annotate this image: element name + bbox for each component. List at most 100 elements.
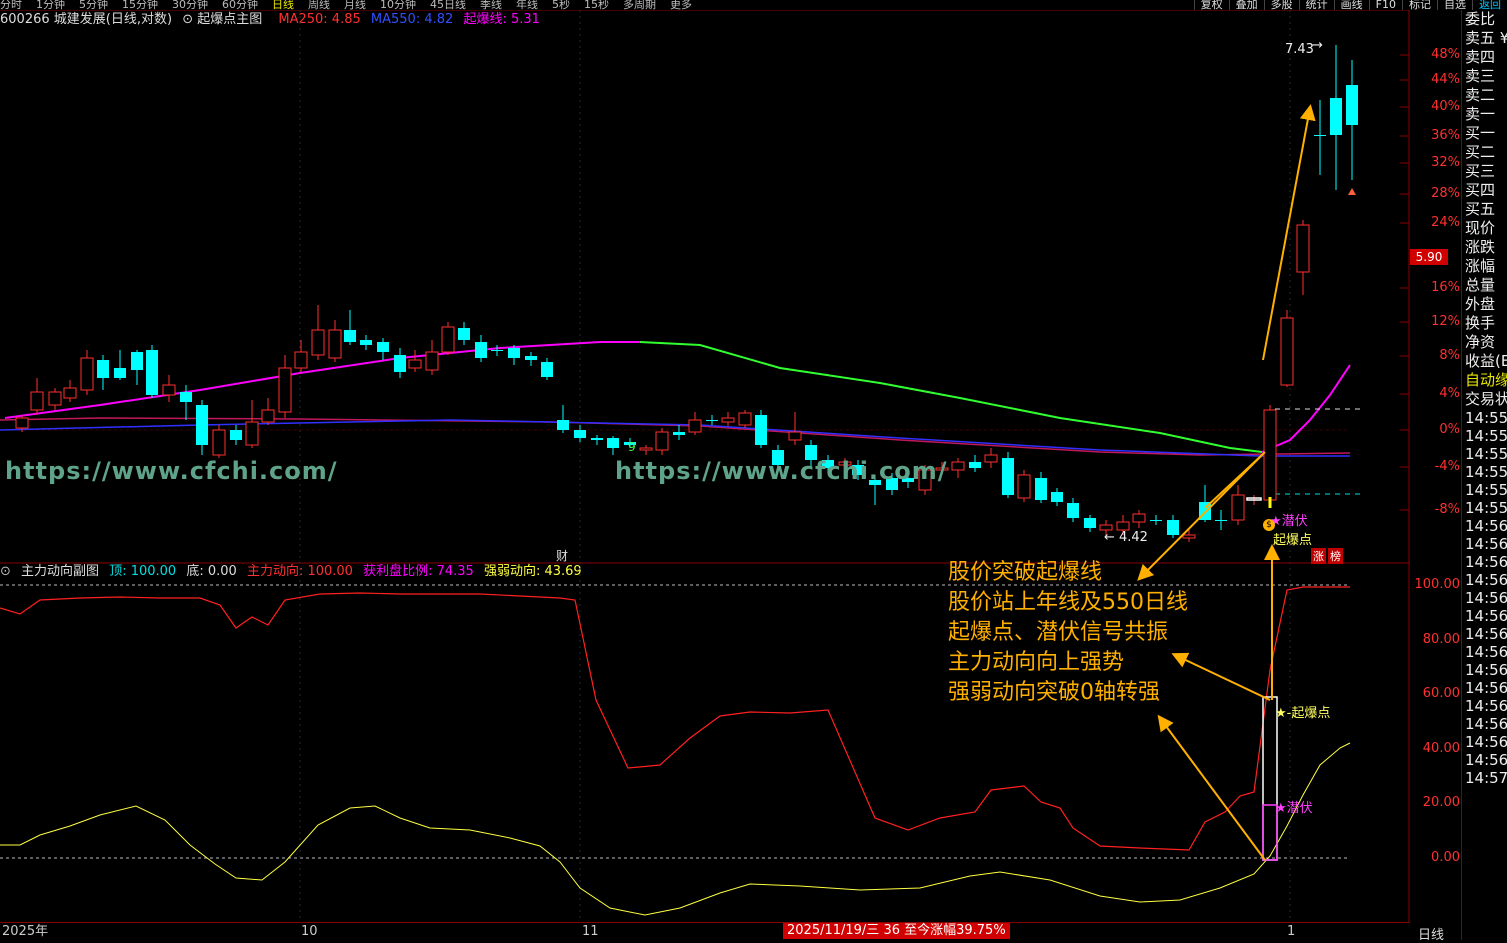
candle-body-up — [1017, 474, 1031, 499]
tool-8[interactable]: 返回 — [1472, 0, 1507, 10]
tool-2[interactable]: 多股 — [1263, 0, 1299, 10]
candle-body-up — [425, 351, 439, 371]
sub-axis-label: 80.00 — [1422, 632, 1460, 647]
trade-time: 14:56 — [1465, 517, 1507, 535]
candle-body-up — [15, 417, 29, 429]
watermark-center: https://www.cfchi.com/ — [615, 457, 948, 485]
tool-buttons: 复权 叠加 多股 统计 画线 F10 标记 自选 返回 — [1193, 0, 1507, 10]
zhang-badge[interactable]: 涨 — [1311, 548, 1326, 564]
tool-4[interactable]: 画线 — [1333, 0, 1369, 10]
candle-body-down — [146, 350, 158, 395]
candle-body-down — [969, 462, 981, 468]
period-15[interactable]: 多周期 — [623, 0, 656, 10]
trade-time: 14:56 — [1465, 571, 1507, 589]
candle-body-up — [311, 329, 325, 356]
candle-body-down — [1150, 520, 1162, 521]
candle-body-up — [294, 351, 308, 369]
period-7[interactable]: 周线 — [308, 0, 330, 10]
trade-time: 14:56 — [1465, 589, 1507, 607]
bang-badge[interactable]: 榜 — [1328, 548, 1343, 564]
quote-label: 净资 — [1465, 333, 1496, 351]
high-label: 7.43 — [1285, 42, 1314, 57]
period-8[interactable]: 月线 — [344, 0, 366, 10]
price-axis-label: 4% — [1439, 386, 1460, 401]
candle-body-down — [180, 392, 192, 402]
qibao-main-label: 起爆点 — [1273, 533, 1313, 548]
quote-label: 收益(E — [1465, 352, 1507, 370]
candle-body-down — [360, 340, 372, 345]
candle-body-down — [1002, 458, 1014, 495]
tool-1[interactable]: 叠加 — [1228, 0, 1264, 10]
candle-body-down — [591, 438, 603, 440]
trade-time: 14:56 — [1465, 697, 1507, 715]
candle-body-down — [196, 405, 208, 445]
trade-time: 14:55 — [1465, 463, 1507, 481]
quote-label: 现价 — [1465, 219, 1496, 237]
trade-time: 14:56 — [1465, 715, 1507, 733]
period-9[interactable]: 10分钟 — [380, 0, 416, 10]
trade-time: 14:56 — [1465, 643, 1507, 661]
period-13[interactable]: 5秒 — [552, 0, 570, 10]
quote-label: 买二 — [1465, 143, 1496, 161]
period-12[interactable]: 年线 — [516, 0, 538, 10]
date-oct: 10 — [301, 924, 318, 939]
price-axis-label: 0% — [1439, 422, 1460, 437]
trade-time: 14:57 — [1465, 769, 1507, 787]
period-11[interactable]: 季线 — [480, 0, 502, 10]
tool-5[interactable]: F10 — [1368, 0, 1402, 10]
sub-axis-label: 100.00 — [1414, 577, 1461, 592]
candle-body-down — [344, 330, 356, 342]
candle-body-up — [63, 387, 77, 399]
sub-axis-label: 20.00 — [1422, 795, 1460, 810]
period-1[interactable]: 1分钟 — [36, 0, 65, 10]
tool-3[interactable]: 统计 — [1298, 0, 1334, 10]
quote-label: 涨跌 — [1465, 238, 1496, 256]
candle-body-up — [951, 461, 965, 471]
quote-label: 卖五 ¥ — [1465, 29, 1507, 47]
candle-body-down — [1035, 478, 1047, 500]
period-14[interactable]: 15秒 — [584, 0, 609, 10]
trade-time: 14:55 — [1465, 445, 1507, 463]
price-axis-label: -8% — [1434, 502, 1460, 517]
quote-label: 外盘 — [1465, 295, 1496, 313]
candle-body-up — [328, 329, 342, 359]
trade-time: 14:56 — [1465, 535, 1507, 553]
candle-body-up — [688, 419, 702, 433]
candle-body-up — [245, 421, 259, 446]
period-4[interactable]: 30分钟 — [172, 0, 208, 10]
candle-body-down — [491, 350, 503, 351]
period-5[interactable]: 60分钟 — [222, 0, 258, 10]
arrow-annotation-2 — [1171, 652, 1271, 701]
candle-body-down — [706, 420, 718, 421]
annotation-line: 强弱动向突破0轴转强 — [948, 680, 1160, 705]
period-0[interactable]: 分时 — [0, 0, 22, 10]
quote-label: 涨幅 — [1465, 257, 1496, 275]
candle-body-down — [574, 430, 586, 438]
high-arrow-icon: → — [1312, 38, 1323, 53]
date-year: 2025年 — [2, 924, 49, 939]
date-highlight: 2025/11/19/三 36 至今涨幅39.75% — [783, 923, 1010, 939]
day-period-button[interactable]: 日线 — [1418, 924, 1444, 943]
tool-6[interactable]: 标记 — [1402, 0, 1437, 10]
candle-body-up — [639, 447, 653, 451]
trade-time: 14:56 — [1465, 625, 1507, 643]
period-16[interactable]: 更多 — [670, 0, 692, 10]
candle-body-down — [1330, 98, 1342, 135]
price-axis-label: 32% — [1431, 155, 1460, 170]
trade-time: 14:56 — [1465, 607, 1507, 625]
period-10[interactable]: 45日线 — [430, 0, 466, 10]
candle-body-up — [278, 367, 292, 413]
tool-7[interactable]: 自选 — [1437, 0, 1472, 10]
candle-body-down — [1215, 520, 1227, 521]
sub-axis-label: 60.00 — [1422, 686, 1460, 701]
tool-0[interactable]: 复权 — [1193, 0, 1229, 10]
period-3[interactable]: 15分钟 — [122, 0, 158, 10]
period-2[interactable]: 5分钟 — [79, 0, 108, 10]
candle-body-down — [541, 362, 553, 377]
period-6[interactable]: 日线 — [272, 0, 294, 10]
date-axis: 2025年 10 11 1 — [0, 922, 1410, 941]
quote-label: 总量 — [1465, 276, 1496, 294]
candle-body-down — [1084, 518, 1096, 528]
candle-body-up — [212, 429, 226, 456]
price-axis-label: -4% — [1434, 459, 1460, 474]
